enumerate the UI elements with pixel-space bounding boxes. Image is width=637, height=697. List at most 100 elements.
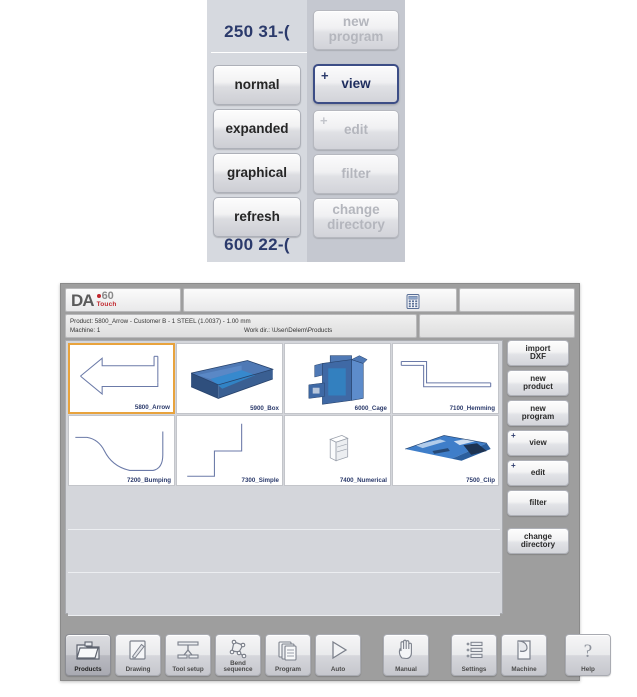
pages-stack-icon [266, 638, 310, 662]
header-right-cell [459, 288, 575, 312]
side-button-view-label: view [529, 437, 547, 447]
detail-button-refresh[interactable]: refresh [213, 197, 301, 237]
detail-button-edit-label: edit [343, 121, 368, 137]
play-triangle-icon [316, 638, 360, 662]
clip-3d-art [405, 435, 491, 461]
box-3d-art [190, 360, 275, 399]
logo-model-group: 60 Touch [96, 291, 117, 308]
logo-cell: DA 60 Touch [65, 288, 181, 312]
toolbar-tab-settings[interactable]: Settings [451, 634, 497, 676]
detail-button-expanded-label: expanded [225, 120, 289, 136]
side-button-view[interactable]: + view [507, 430, 569, 456]
side-button-import-dxf[interactable]: import DXF [507, 340, 569, 366]
toolbar-tab-machine-label: Machine [511, 666, 537, 674]
product-tile-label: 7500_Clip [466, 477, 495, 484]
detail-separator [211, 52, 307, 53]
detail-number-bottom: 600 22-( [224, 235, 290, 254]
side-button-filter[interactable]: filter [507, 490, 569, 516]
toolbar-tab-auto[interactable]: Auto [315, 634, 361, 676]
side-button-edit[interactable]: + edit [507, 460, 569, 486]
empty-list-row[interactable] [68, 530, 500, 573]
product-tile-label: 5900_Box [250, 405, 279, 412]
detail-button-view-label: view [341, 75, 371, 91]
toolbar-tab-program[interactable]: Program [265, 634, 311, 676]
status-work-dir: Work dir.: \User\Delem\Products [244, 327, 333, 334]
calculator-icon[interactable] [406, 294, 420, 309]
status-bar-right [419, 314, 575, 338]
product-tile-label: 7200_Bumping [126, 477, 171, 484]
product-tile-7500-clip[interactable]: 7500_Clip [392, 415, 499, 486]
detail-button-view[interactable]: + view [313, 64, 399, 104]
side-button-new-program-label: new program [521, 403, 555, 421]
logo-model: 60 [96, 291, 117, 302]
toolbar-tab-auto-label: Auto [330, 666, 346, 674]
side-button-new-product[interactable]: new product [507, 370, 569, 396]
da-touch-logo: DA 60 Touch [71, 291, 117, 310]
detail-button-expanded[interactable]: expanded [213, 109, 301, 149]
bend-sequence-icon [216, 638, 260, 662]
status-product: Product: 5800_Arrow - Customer B - 1 STE… [70, 318, 251, 325]
toolbar-tab-help-label: Help [581, 666, 595, 674]
toolbar-tab-bend-sequence[interactable]: Bend sequence [215, 634, 261, 676]
product-tile-label: 7100_Hemming [449, 405, 495, 412]
toolbar-tab-tool-setup[interactable]: Tool setup [165, 634, 211, 676]
toolbar-tab-manual[interactable]: Manual [383, 634, 429, 676]
toolbar-tab-help[interactable]: ? Help [565, 634, 611, 676]
toolbar-tab-tool-setup-label: Tool setup [172, 666, 204, 674]
product-grid: 5800_Arrow 5900_Box 6000_Cage 7100_Hemmi… [68, 343, 500, 616]
detail-button-filter-label: filter [341, 165, 371, 181]
product-grid-row: 5800_Arrow 5900_Box 6000_Cage 7100_Hemmi… [68, 343, 500, 415]
toolbar-tab-products-label: Products [74, 666, 102, 674]
plus-icon: + [321, 68, 329, 83]
toolbar-tab-manual-label: Manual [395, 666, 417, 674]
product-tile-7400-numerical[interactable]: 7400_Numerical [284, 415, 391, 486]
toolbar-tab-products[interactable]: Products [65, 634, 111, 676]
product-tile-6000-cage[interactable]: 6000_Cage [284, 343, 391, 414]
question-mark-icon: ? [566, 638, 610, 662]
detail-button-graphical[interactable]: graphical [213, 153, 301, 193]
logo-brand: DA [71, 291, 95, 310]
product-tile-7200-bumping[interactable]: 7200_Bumping [68, 415, 175, 486]
detail-button-normal[interactable]: normal [213, 65, 301, 105]
detail-button-edit[interactable]: + edit [313, 110, 399, 150]
detail-button-refresh-label: refresh [234, 208, 280, 224]
empty-list-row[interactable] [68, 573, 500, 616]
detail-button-change-directory[interactable]: change directory [313, 198, 399, 238]
toolbar-tab-bend-sequence-label: Bend sequence [223, 659, 253, 674]
hand-icon [384, 638, 428, 662]
side-button-change-directory[interactable]: change directory [507, 528, 569, 554]
toolbar-tab-drawing[interactable]: Drawing [115, 634, 161, 676]
detail-button-filter[interactable]: filter [313, 154, 399, 194]
product-tile-7100-hemming[interactable]: 7100_Hemming [392, 343, 499, 414]
delem-application-window: DA 60 Touch Product: 5800_Arrow - Custom… [60, 283, 611, 681]
product-tile-label: 5800_Arrow [134, 404, 170, 411]
empty-list-row[interactable] [68, 487, 500, 530]
toolbar-tab-settings-label: Settings [461, 666, 487, 674]
side-button-change-directory-label: change directory [520, 531, 556, 549]
side-button-import-dxf-label: import DXF [525, 343, 551, 361]
side-button-edit-label: edit [530, 467, 546, 477]
plus-icon: + [320, 113, 328, 128]
detail-button-new-program[interactable]: new program [313, 10, 399, 50]
detail-number-top: 250 31-( [224, 22, 290, 41]
detail-button-change-directory-label: change directory [327, 202, 385, 232]
side-button-new-program[interactable]: new program [507, 400, 569, 426]
product-tile-5900-box[interactable]: 5900_Box [176, 343, 283, 414]
toolbar-tab-machine[interactable]: Machine [501, 634, 547, 676]
hemming-profile-art [400, 360, 492, 388]
list-settings-icon [452, 638, 496, 662]
product-tile-7300-simple[interactable]: 7300_Simple [176, 415, 283, 486]
product-tile-5800-arrow[interactable]: 5800_Arrow [68, 343, 175, 414]
logo-dot-icon [96, 294, 101, 299]
side-button-rail: import DXF new product new program + vie… [507, 340, 577, 558]
app-header: DA 60 Touch [65, 288, 575, 312]
press-tool-icon [166, 638, 210, 662]
toolbar-tab-drawing-label: Drawing [125, 666, 151, 674]
product-grid-row: 7200_Bumping 7300_Simple 7400_Numerical … [68, 415, 500, 487]
pencil-page-icon [116, 638, 160, 662]
page-curl-icon [502, 638, 546, 662]
side-button-new-product-label: new product [523, 373, 553, 391]
arrow-profile-art [80, 355, 159, 396]
numerical-stack-icon [329, 435, 349, 462]
logo-subtitle: Touch [96, 301, 117, 308]
